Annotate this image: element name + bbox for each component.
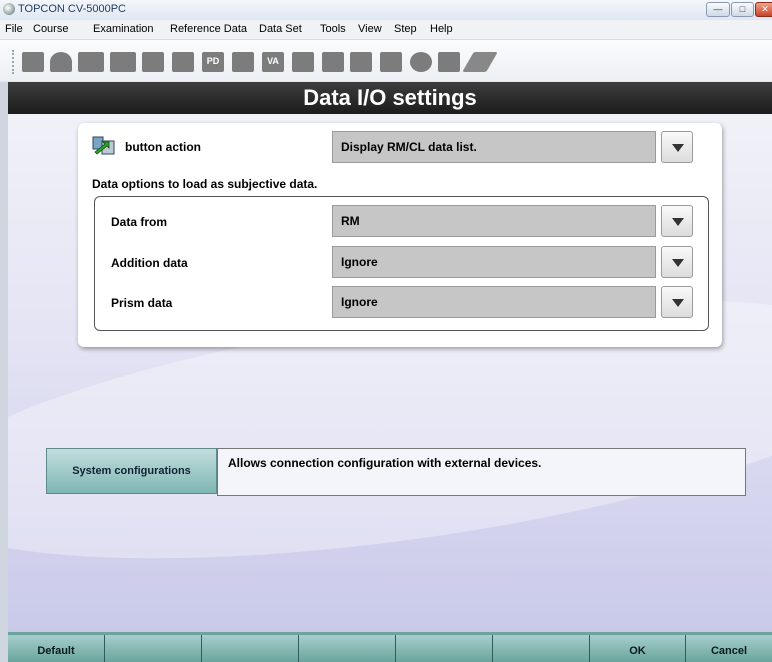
empty-button-4[interactable] [396, 635, 493, 662]
minimize-icon: — [713, 4, 723, 14]
addition-data-select[interactable]: Ignore [332, 246, 656, 278]
menu-bar: File Course Examination Reference Data D… [0, 20, 772, 40]
app-icon [3, 3, 15, 15]
menu-reference-data[interactable]: Reference Data [170, 23, 247, 35]
title-bar: TOPCON CV-5000PC — □ ✕ [0, 0, 772, 21]
prism-data-select[interactable]: Ignore [332, 286, 656, 318]
chevron-down-icon [672, 299, 684, 307]
addition-data-value: Ignore [341, 255, 378, 269]
data-from-value: RM [341, 214, 360, 228]
system-configurations-label: System configurations [72, 465, 191, 477]
default-button[interactable]: Default [8, 635, 105, 662]
prism-data-dropdown[interactable] [661, 286, 693, 318]
page-title: Data I/O settings [303, 85, 477, 110]
system-configurations-description: Allows connection configuration with ext… [217, 448, 746, 496]
ok-button[interactable]: OK [590, 635, 686, 662]
cancel-button[interactable]: Cancel [686, 635, 772, 662]
menu-file[interactable]: File [5, 23, 23, 35]
empty-button-1[interactable] [105, 635, 202, 662]
page-header: Data I/O settings [8, 82, 772, 114]
toolbar: PD VA [0, 40, 772, 81]
circle-icon[interactable] [410, 52, 432, 72]
empty-button-3[interactable] [299, 635, 396, 662]
patient-icon[interactable] [22, 52, 44, 72]
addition-data-label: Addition data [111, 256, 188, 270]
close-button[interactable]: ✕ [755, 2, 772, 17]
subjective-heading: Data options to load as subjective data. [92, 177, 318, 191]
chevron-down-icon [672, 259, 684, 267]
bottom-button-bar: Default OK Cancel [8, 632, 772, 662]
menu-examination[interactable]: Examination [93, 23, 154, 35]
monitor-icon[interactable] [322, 52, 344, 72]
button-action-select[interactable]: Display RM/CL data list. [332, 131, 656, 163]
va-icon[interactable]: VA [262, 52, 284, 72]
chart-icon[interactable] [232, 52, 254, 72]
maximize-icon: □ [739, 4, 746, 14]
speech-icon[interactable] [350, 52, 372, 72]
chevron-down-icon [672, 218, 684, 226]
person-icon[interactable] [50, 52, 72, 72]
system-configurations-button[interactable]: System configurations [46, 448, 217, 494]
button-action-dropdown[interactable] [661, 131, 693, 163]
empty-button-5[interactable] [493, 635, 590, 662]
default-button-label: Default [37, 645, 75, 657]
settings-panel: button action Display RM/CL data list. D… [78, 123, 722, 347]
button-action-value: Display RM/CL data list. [341, 140, 477, 154]
minimize-button[interactable]: — [706, 2, 730, 17]
pd-icon[interactable]: PD [202, 52, 224, 72]
data-transfer-icon [92, 136, 115, 155]
book-icon[interactable] [380, 52, 402, 72]
cancel-button-label: Cancel [710, 645, 748, 657]
chevron-down-icon [672, 144, 684, 152]
menu-course[interactable]: Course [33, 23, 68, 35]
window-title: TOPCON CV-5000PC [18, 3, 127, 15]
lensmeter-icon[interactable] [78, 52, 104, 72]
keyboard-icon[interactable] [142, 52, 164, 72]
addition-data-dropdown[interactable] [661, 246, 693, 278]
menu-data-set[interactable]: Data Set [259, 23, 302, 35]
system-description-text: Allows connection configuration with ext… [228, 456, 542, 470]
close-icon: ✕ [761, 4, 769, 14]
menu-view[interactable]: View [358, 23, 382, 35]
empty-button-2[interactable] [202, 635, 299, 662]
button-action-label: button action [125, 140, 201, 154]
content-area: button action Display RM/CL data list. D… [8, 114, 772, 632]
ok-button-label: OK [629, 645, 646, 657]
refractor-icon[interactable] [110, 52, 136, 72]
data-from-select[interactable]: RM [332, 205, 656, 237]
maximize-button[interactable]: □ [731, 2, 754, 17]
prism-data-label: Prism data [111, 296, 173, 310]
menu-tools[interactable]: Tools [320, 23, 346, 35]
data-from-dropdown[interactable] [661, 205, 693, 237]
folder-icon[interactable] [172, 52, 194, 72]
print-icon[interactable] [438, 52, 460, 72]
prism-data-value: Ignore [341, 295, 378, 309]
toolbar-grip[interactable] [12, 50, 17, 74]
display-icon[interactable] [292, 52, 314, 72]
menu-step[interactable]: Step [394, 23, 417, 35]
data-from-label: Data from [111, 215, 168, 229]
menu-help[interactable]: Help [430, 23, 453, 35]
left-frame-strip [0, 82, 8, 662]
wrench-icon[interactable] [462, 52, 498, 72]
